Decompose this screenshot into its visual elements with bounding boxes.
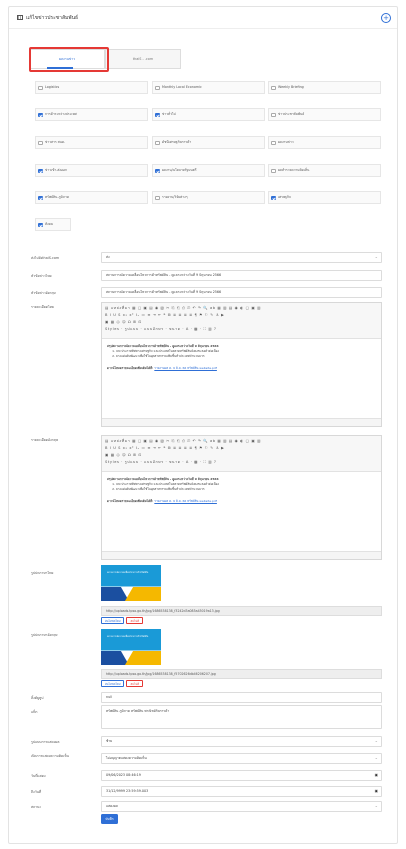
start-date-input[interactable]: 09/06/2023 08:46:19 bbox=[101, 770, 382, 781]
category-checkbox[interactable]: Logistics bbox=[35, 81, 148, 94]
editor-content[interactable]: สรุปสถานการณ์ความเคลื่อนไหวการค้าทรัพย์ส… bbox=[102, 472, 381, 509]
category-checkbox[interactable]: Weekly Briefing bbox=[268, 81, 381, 94]
upload-new-button[interactable]: อัพโหลดใหม่ bbox=[101, 617, 125, 624]
title-th-label: หัวข้อข่าวไทย bbox=[31, 274, 52, 278]
category-checkbox[interactable]: รายงาน/วิจัยต่างๆ bbox=[152, 191, 265, 204]
image-th-label: รูปปกภาษาไทย bbox=[31, 571, 54, 575]
checkbox-icon bbox=[38, 168, 43, 173]
active-tab-indicator bbox=[47, 67, 73, 69]
panel-header: แก้ไขข่าวประชาสัมพันธ์ + bbox=[9, 7, 397, 29]
category-checkbox[interactable]: ผลสำรวจความคิดเห็น bbox=[268, 164, 381, 177]
display-select[interactable]: ซ้าย bbox=[101, 736, 382, 747]
tab-thai-site[interactable]: thaiS - .com bbox=[105, 49, 181, 69]
checkbox-icon bbox=[155, 140, 160, 145]
detail-th-editor[interactable]: ▤ แหล่งที่มา ▦ ▢ ▣ ▤ ◉ ▧ ✂ ⎘ ⎗ ⎙ ⎚ ↶ ↷ 🔍… bbox=[101, 302, 382, 427]
delete-file-button[interactable]: ลบไฟล์ bbox=[126, 680, 144, 687]
upload-new-button[interactable]: อัพโหลดใหม่ bbox=[101, 680, 125, 687]
status-select[interactable]: แสดงผล bbox=[101, 801, 382, 812]
save-button[interactable]: บันทึก bbox=[101, 814, 118, 824]
image-en-url: http://uploads.tpso.go.th/jpg/1686538138… bbox=[101, 669, 382, 679]
tags-textarea[interactable]: ทรัพย์สิน ภูมิภาค ทรัพย์สิน พาณิชย์กิจกา… bbox=[101, 705, 382, 729]
title-th-input[interactable]: สถานการณ์ความเคลื่อนไหวการค้าทรัพย์สิน -… bbox=[101, 270, 382, 281]
category-checkbox[interactable]: Monthly Local Economic bbox=[152, 81, 265, 94]
title-en-input[interactable]: สถานการณ์ความเคลื่อนไหวการค้าทรัพย์สิน -… bbox=[101, 287, 382, 298]
category-checkbox[interactable]: สังคม bbox=[35, 218, 71, 231]
image-th-url: http://uploads.tpso.go.th/jpg/1686538138… bbox=[101, 606, 382, 616]
checkbox-icon bbox=[271, 112, 276, 117]
checkbox-icon bbox=[38, 222, 43, 227]
category-checkbox[interactable]: ผลงาน/นโยบายรัฐมนตรี bbox=[152, 164, 265, 177]
category-checkbox[interactable]: ทรัพย์สิน-ภูมิภาค bbox=[35, 191, 148, 204]
category-checkbox[interactable]: ผลงานข่าว bbox=[268, 136, 381, 149]
detail-th-label: รายละเอียดไทย bbox=[31, 305, 54, 309]
delete-file-button[interactable]: ลบไฟล์ bbox=[126, 617, 144, 624]
publish-select[interactable]: ส่ง bbox=[101, 252, 382, 263]
checkbox-icon bbox=[271, 168, 276, 173]
publish-label: ส่งไปยังthaiS.com bbox=[31, 256, 60, 260]
image-en-actions: อัพโหลดใหม่ ลบไฟล์ bbox=[101, 680, 145, 687]
checkbox-icon bbox=[271, 140, 276, 145]
title-en-label: หัวข้อข่าวอังกฤษ bbox=[31, 291, 56, 295]
category-checkbox[interactable]: ข่าวเข้า-ส่งออก bbox=[35, 164, 148, 177]
end-date-label: ถึงวันที่ bbox=[31, 790, 42, 794]
end-date-input[interactable]: 31/12/9999 23:59:59.003 bbox=[101, 786, 382, 797]
checkbox-icon bbox=[155, 85, 160, 90]
checkbox-icon bbox=[155, 195, 160, 200]
image-th-actions: อัพโหลดใหม่ ลบไฟล์ bbox=[101, 617, 145, 624]
editor-toolbar[interactable]: ▤ แหล่งที่มา ▦ ▢ ▣ ▤ ◉ ▧ ✂ ⎘ ⎗ ⎙ ⎚ ↶ ↷ 🔍… bbox=[102, 303, 381, 339]
category-checkbox[interactable]: ข่าวสาร สนค. bbox=[35, 136, 148, 149]
edit-news-panel: แก้ไขข่าวประชาสัมพันธ์ + ผลงานข่าว thaiS… bbox=[8, 6, 398, 844]
checkbox-icon bbox=[155, 112, 160, 117]
start-date-label: วันที่แสดง bbox=[31, 774, 46, 778]
editor-content[interactable]: สรุปสถานการณ์ความเคลื่อนไหวการค้าทรัพย์ส… bbox=[102, 339, 381, 376]
checkbox-icon bbox=[155, 168, 160, 173]
table-icon bbox=[17, 15, 23, 20]
editor-footer bbox=[102, 418, 381, 426]
editor-toolbar[interactable]: ▤ แหล่งที่มา ▦ ▢ ▣ ▤ ◉ ▧ ✂ ⎘ ⎗ ⎙ ⎚ ↶ ↷ 🔍… bbox=[102, 436, 381, 472]
category-checkbox[interactable]: ดัชนีเศรษฐกิจการค้า bbox=[152, 136, 265, 149]
comments-select[interactable]: ไม่อนุญาตแสดงความคิดเห็น bbox=[101, 753, 382, 764]
category-checkbox[interactable]: ข่าวทั่วไป bbox=[152, 108, 265, 121]
checkbox-icon bbox=[38, 140, 43, 145]
category-checkbox[interactable]: การค้าระหว่างประเทศ bbox=[35, 108, 148, 121]
youtube-label: ลิ้งค์ยูทูป bbox=[31, 696, 44, 700]
comments-label: เปิดการแสดงความคิดเห็น bbox=[31, 754, 69, 758]
download-link[interactable]: รายงานผล ค. 9 มิ.ย. 66 ทรัพย์สิน website… bbox=[154, 366, 217, 370]
checkbox-icon bbox=[38, 112, 43, 117]
category-checkbox[interactable]: ข่าวประชาสัมพันธ์ bbox=[268, 108, 381, 121]
editor-footer bbox=[102, 551, 381, 559]
image-en-label: รูปปกภาษาอังกฤษ bbox=[31, 633, 58, 637]
status-label: สถานะ bbox=[31, 805, 42, 809]
checkbox-icon bbox=[38, 85, 43, 90]
cover-image-en: สถานการณ์ความเคลื่อนไหวการค้าทรัพย์สิน bbox=[101, 629, 161, 665]
detail-en-editor[interactable]: ▤ แหล่งที่มา ▦ ▢ ▣ ▤ ◉ ▧ ✂ ⎘ ⎗ ⎙ ⎚ ↶ ↷ 🔍… bbox=[101, 435, 382, 560]
detail-en-label: รายละเอียดอังกฤษ bbox=[31, 438, 59, 442]
download-link[interactable]: รายงานผล ค. 9 มิ.ย. 66 ทรัพย์สิน website… bbox=[154, 499, 217, 503]
checkbox-icon bbox=[38, 195, 43, 200]
tags-label: แท็ก bbox=[31, 710, 38, 714]
checkbox-icon bbox=[271, 85, 276, 90]
youtube-input[interactable]: null bbox=[101, 692, 382, 703]
plus-circle-icon[interactable]: + bbox=[381, 13, 391, 23]
display-label: รูปแบบการแสดงผล bbox=[31, 740, 60, 744]
cover-image-th: สถานการณ์ความเคลื่อนไหวการค้าทรัพย์สิน bbox=[101, 565, 161, 601]
checkbox-icon bbox=[271, 195, 276, 200]
page-title: แก้ไขข่าวประชาสัมพันธ์ bbox=[26, 14, 79, 21]
category-checkbox[interactable]: เศรษฐกิจ bbox=[268, 191, 381, 204]
